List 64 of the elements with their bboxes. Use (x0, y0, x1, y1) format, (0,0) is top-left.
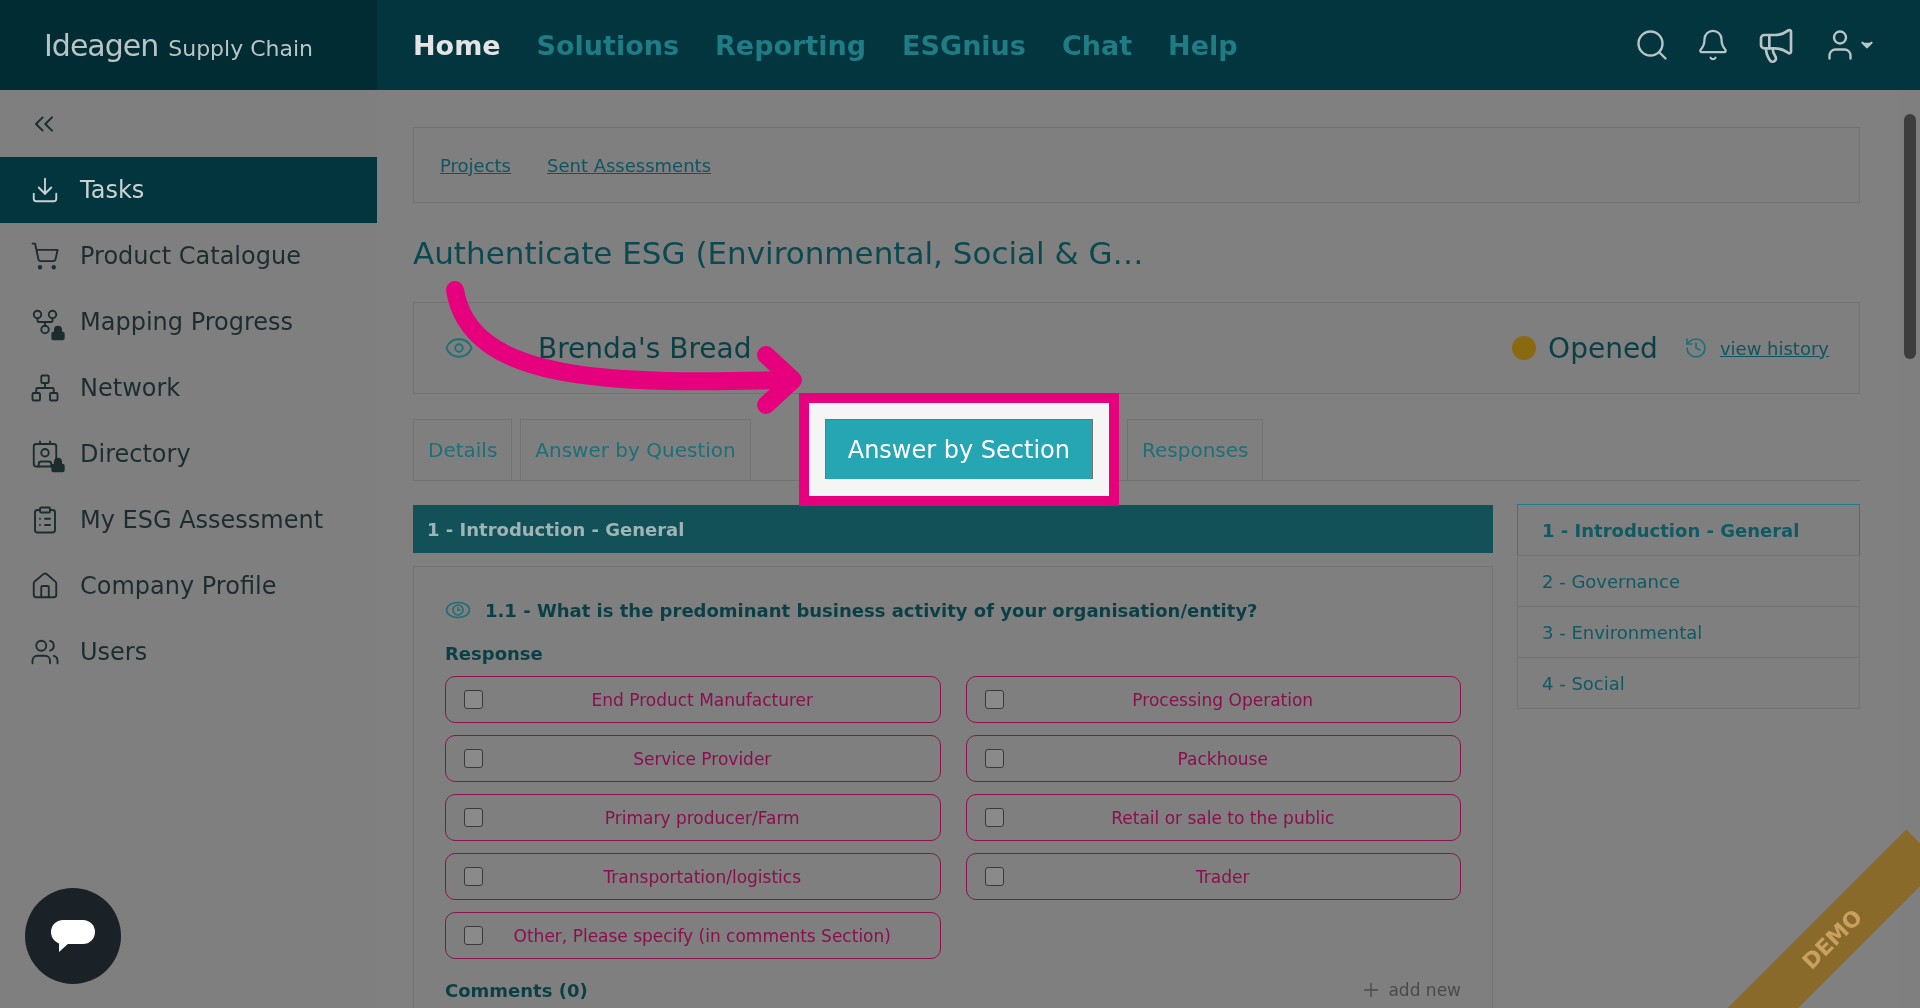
tab[interactable]: Responses (1127, 419, 1264, 480)
response-option[interactable]: Other, Please specify (in comments Section) (445, 912, 941, 959)
section-header: 1 - Introduction - General (413, 505, 1493, 553)
history-icon (1683, 336, 1708, 360)
lock-icon (50, 325, 66, 341)
bell-button[interactable] (1696, 28, 1730, 62)
company-name: Brenda's Bread (538, 331, 753, 365)
nav-link[interactable]: Reporting (715, 29, 867, 61)
checkbox[interactable] (464, 926, 483, 945)
response-option[interactable]: Trader (965, 853, 1461, 900)
section-nav-item[interactable]: 1 - Introduction - General (1517, 504, 1860, 556)
cart-icon (30, 241, 60, 271)
contact-card-icon (30, 439, 60, 469)
section-nav-item[interactable]: 3 - Environmental (1517, 606, 1860, 658)
sidebar-item[interactable]: Users (0, 619, 377, 685)
response-option[interactable]: Primary producer/Farm (445, 794, 941, 841)
fork-icon (30, 307, 60, 337)
page-title: Authenticate ESG (Environmental, Social & G… (413, 233, 1145, 273)
nav-link[interactable]: Solutions (536, 29, 680, 61)
tab[interactable]: Details (413, 419, 513, 480)
section-nav-item[interactable]: 4 - Social (1517, 657, 1860, 709)
sidebar-item[interactable]: Product Catalogue (0, 223, 377, 289)
sidebar-item[interactable]: Mapping Progress (0, 289, 377, 355)
search-button[interactable] (1634, 27, 1670, 63)
checkbox[interactable] (464, 690, 483, 709)
sidebar-item[interactable]: Network (0, 355, 377, 421)
response-option[interactable]: Service Provider (445, 735, 941, 782)
nav-link[interactable]: Home (413, 29, 501, 61)
checkbox[interactable] (464, 867, 483, 886)
breadcrumb-link[interactable]: Sent Assessments (546, 154, 711, 176)
response-option[interactable]: Packhouse (965, 735, 1461, 782)
logo[interactable]: Ideagen Supply Chain (0, 0, 377, 90)
question-text: 1.1 - What is the predominant business activity of your organisation/entity? (485, 599, 1258, 621)
response-option[interactable]: Transportation/logistics (445, 853, 941, 900)
status-dot (1512, 336, 1537, 360)
nav-link[interactable]: ESGnius (902, 29, 1026, 61)
sidebar-item[interactable]: Directory (0, 421, 377, 487)
checkbox[interactable] (984, 867, 1004, 886)
checkbox[interactable] (464, 808, 483, 827)
status-text: Opened (1548, 331, 1658, 365)
sidebar-item[interactable]: Tasks (0, 157, 377, 223)
house-icon (30, 571, 60, 601)
checkbox[interactable] (464, 749, 483, 768)
response-option[interactable]: Retail or sale to the public (965, 794, 1461, 841)
section-nav-item[interactable]: 2 - Governance (1517, 555, 1860, 607)
lock-icon (50, 457, 66, 473)
checkbox[interactable] (984, 690, 1004, 709)
checkbox[interactable] (984, 808, 1004, 827)
tab[interactable]: Answer by Section (824, 419, 1093, 479)
response-label: Response (445, 643, 544, 664)
nav-link[interactable]: Chat (1061, 29, 1133, 61)
nav-link[interactable]: Help (1168, 29, 1238, 61)
download-icon (30, 175, 60, 205)
view-history-link[interactable]: view history (1719, 337, 1829, 359)
tab[interactable]: Answer by Question (520, 419, 751, 480)
users-icon (30, 637, 60, 667)
network-icon (30, 373, 60, 403)
breadcrumb-link[interactable]: Projects (440, 154, 511, 176)
sidebar-item[interactable]: My ESG Assessment (0, 487, 377, 553)
response-option[interactable]: End Product Manufacturer (445, 676, 941, 723)
sidebar-item[interactable]: Company Profile (0, 553, 377, 619)
checkbox[interactable] (984, 749, 1004, 768)
comments-label: Comments (0) (445, 979, 588, 1001)
response-option[interactable]: Processing Operation (965, 676, 1461, 723)
